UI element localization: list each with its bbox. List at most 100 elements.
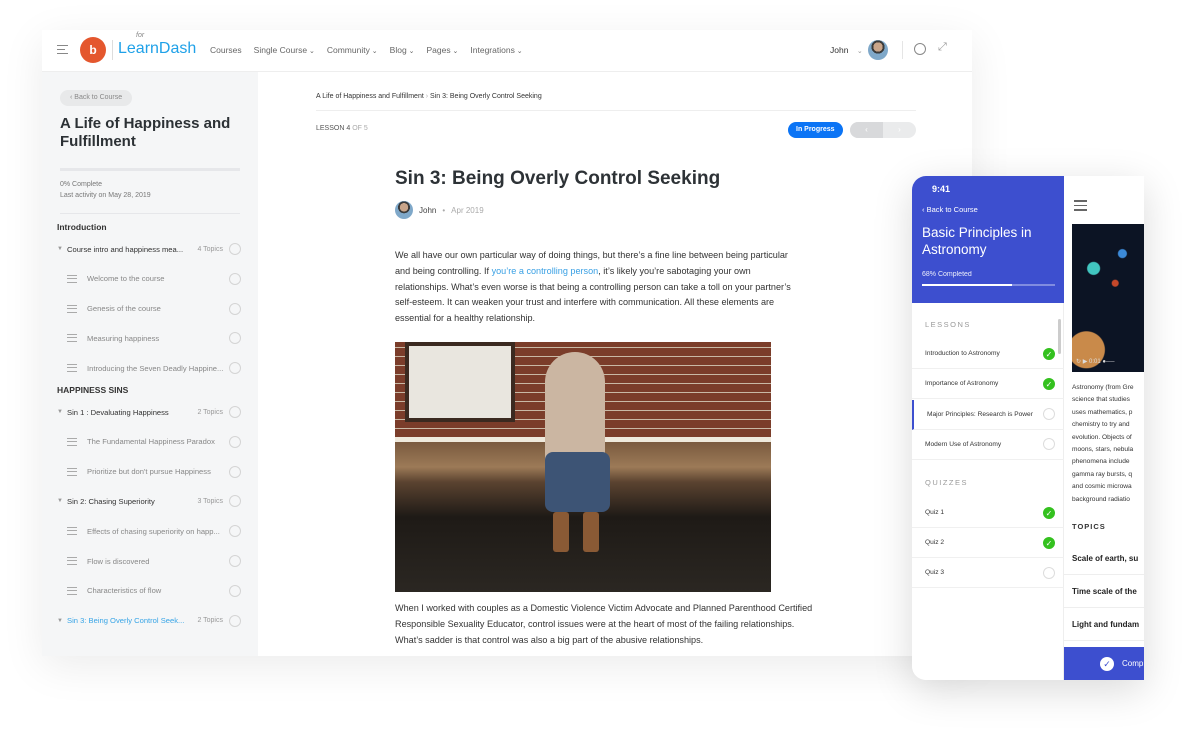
mobile-quiz-item[interactable]: Quiz 3 bbox=[912, 558, 1064, 588]
status-circle-icon bbox=[229, 465, 241, 478]
post-date: Apr 2019 bbox=[451, 205, 484, 215]
mobile-lesson-view: ↻ ▶ 0:01 ●── Astronomy (from Gre science … bbox=[1064, 176, 1144, 680]
topic-item[interactable]: Time scale of the bbox=[1064, 575, 1144, 608]
status-badge: In Progress bbox=[788, 122, 843, 138]
expand-icon[interactable]: ▼ bbox=[57, 246, 67, 252]
course-title: A Life of Happiness and Fulfillment bbox=[60, 115, 231, 150]
avatar[interactable] bbox=[868, 40, 888, 60]
menu-icon[interactable] bbox=[1074, 200, 1087, 214]
separator-dot: • bbox=[442, 205, 446, 215]
expand-icon[interactable]: ▼ bbox=[57, 409, 67, 415]
back-to-course-button[interactable]: ‹ Back to Course bbox=[60, 90, 133, 106]
document-icon bbox=[67, 557, 77, 565]
mark-complete-button[interactable]: ✓ Comp bbox=[1064, 647, 1144, 680]
lesson-label: Sin 2: Chasing Superiority bbox=[67, 496, 155, 506]
mobile-quiz-item[interactable]: Quiz 2 ✓ bbox=[912, 528, 1064, 558]
lesson-label: Introduction to Astronomy bbox=[925, 350, 1000, 357]
topic-label: Effects of chasing superiority on happ..… bbox=[87, 526, 220, 536]
topic-label: Characteristics of flow bbox=[87, 586, 162, 596]
main-nav: Courses Single Course Community Blog Pag… bbox=[210, 45, 523, 55]
expand-icon[interactable]: ▼ bbox=[57, 618, 67, 624]
back-to-course-button[interactable]: ‹ Back to Course bbox=[922, 205, 978, 214]
nav-pages[interactable]: Pages bbox=[426, 45, 458, 55]
breadcrumb-separator: › bbox=[425, 93, 429, 100]
document-icon bbox=[67, 586, 77, 595]
dark-mode-icon[interactable] bbox=[914, 43, 926, 55]
brand-name[interactable]: for LearnDash bbox=[118, 32, 197, 58]
topic-item[interactable]: Genesis of the course bbox=[57, 302, 241, 316]
fullscreen-icon[interactable]: ⤢ bbox=[938, 41, 947, 54]
topic-label: Flow is discovered bbox=[87, 556, 150, 566]
quiz-label: Quiz 3 bbox=[925, 569, 945, 576]
topic-item[interactable]: Effects of chasing superiority on happ..… bbox=[57, 524, 241, 538]
text-line: science that studies bbox=[1072, 396, 1130, 404]
inline-link[interactable]: you’re a controlling person bbox=[492, 266, 599, 276]
divider bbox=[112, 40, 113, 60]
author-name[interactable]: John bbox=[419, 206, 436, 215]
document-icon bbox=[67, 364, 77, 373]
document-icon bbox=[67, 274, 77, 283]
lesson-text: Astronomy (from Gre science that studies u… bbox=[1072, 382, 1144, 506]
nav-courses[interactable]: Courses bbox=[210, 45, 242, 55]
lesson-item[interactable]: ▼ Sin 1 : Devaluating Happiness 2 Topics bbox=[57, 405, 241, 419]
next-lesson-button[interactable]: › bbox=[883, 122, 916, 138]
nav-community[interactable]: Community bbox=[327, 45, 378, 55]
text-line: Astronomy (from Gre bbox=[1072, 384, 1134, 391]
status-circle-icon bbox=[229, 332, 241, 345]
topic-item[interactable]: Introducing the Seven Deadly Happine... bbox=[57, 361, 241, 375]
lesson-label: Sin 1 : Devaluating Happiness bbox=[67, 407, 169, 417]
logo[interactable]: b bbox=[80, 37, 106, 63]
nav-integrations[interactable]: Integrations bbox=[470, 45, 522, 55]
brand-text: LearnDash bbox=[118, 40, 197, 57]
topic-item[interactable]: Welcome to the course bbox=[57, 272, 241, 286]
topics-caption: TOPICS bbox=[1072, 522, 1106, 531]
video-player[interactable] bbox=[1072, 224, 1144, 372]
empty-circle-icon bbox=[1043, 408, 1055, 421]
document-icon bbox=[67, 334, 77, 343]
topic-item[interactable]: Measuring happiness bbox=[57, 331, 241, 345]
topic-item[interactable]: Characteristics of flow bbox=[57, 584, 241, 598]
lesson-item[interactable]: ▼ Sin 3: Being Overly Control Seek... 2 To… bbox=[57, 614, 241, 628]
lesson-item[interactable]: ▼ Sin 2: Chasing Superiority 3 Topics bbox=[57, 494, 241, 508]
topic-count: 2 Topics bbox=[197, 408, 223, 416]
status-time: 9:41 bbox=[932, 184, 951, 194]
topic-item[interactable]: Flow is discovered bbox=[57, 554, 241, 568]
document-icon bbox=[67, 437, 77, 446]
nav-single-course[interactable]: Single Course bbox=[254, 45, 315, 55]
topic-label: Introducing the Seven Deadly Happine... bbox=[87, 363, 224, 373]
brand-for: for bbox=[136, 32, 145, 39]
topic-item[interactable]: Prioritize but don't pursue Happiness bbox=[57, 465, 241, 479]
empty-circle-icon bbox=[1043, 438, 1055, 451]
topic-item[interactable]: Light and fundam bbox=[1064, 608, 1144, 641]
breadcrumb: A Life of Happiness and Fulfillment › Si… bbox=[316, 93, 542, 100]
quiz-label: Quiz 1 bbox=[925, 509, 945, 516]
mobile-lesson-item[interactable]: Importance of Astronomy ✓ bbox=[912, 369, 1064, 400]
nav-blog[interactable]: Blog bbox=[390, 45, 415, 55]
check-circle-icon: ✓ bbox=[1043, 536, 1055, 549]
prev-lesson-button[interactable]: ‹ bbox=[850, 122, 883, 138]
mobile-lesson-item[interactable]: Modern Use of Astronomy bbox=[912, 430, 1064, 460]
window bbox=[405, 342, 515, 422]
progress-fill bbox=[922, 284, 1013, 286]
check-circle-icon: ✓ bbox=[1043, 377, 1055, 390]
topic-label: Prioritize but don't pursue Happiness bbox=[87, 467, 211, 477]
topic-item[interactable]: Scale of earth, su bbox=[1064, 542, 1144, 575]
lesson-label: Modern Use of Astronomy bbox=[925, 440, 1002, 448]
course-meta: 0% Complete Last activity on May 28, 2019 bbox=[60, 179, 151, 201]
lesson-item[interactable]: ▼ Course intro and happiness mea... 4 Topi… bbox=[57, 242, 241, 256]
text-line: phenomena include bbox=[1072, 458, 1130, 466]
breadcrumb-lesson[interactable]: Sin 3: Being Overly Control Seeking bbox=[430, 93, 542, 100]
topic-item[interactable]: The Fundamental Happiness Paradox bbox=[57, 435, 241, 449]
lesson-total: OF 5 bbox=[350, 125, 368, 132]
text-line: and cosmic microwa bbox=[1072, 483, 1132, 491]
breadcrumb-course[interactable]: A Life of Happiness and Fulfillment bbox=[316, 93, 424, 100]
mobile-quiz-item[interactable]: Quiz 1 ✓ bbox=[912, 498, 1064, 528]
text-line: moons, stars, nebula bbox=[1072, 446, 1134, 454]
menu-icon[interactable] bbox=[57, 45, 68, 57]
mobile-lesson-item[interactable]: Major Principles: Research is Power bbox=[912, 399, 1064, 430]
mobile-lesson-item[interactable]: Introduction to Astronomy ✓ bbox=[912, 339, 1064, 369]
status-circle-icon bbox=[229, 614, 241, 627]
expand-icon[interactable]: ▼ bbox=[57, 498, 67, 504]
user-menu[interactable]: John ⌄ bbox=[830, 45, 863, 55]
video-controls[interactable]: ↻ ▶ 0:01 ●── bbox=[1076, 358, 1114, 365]
